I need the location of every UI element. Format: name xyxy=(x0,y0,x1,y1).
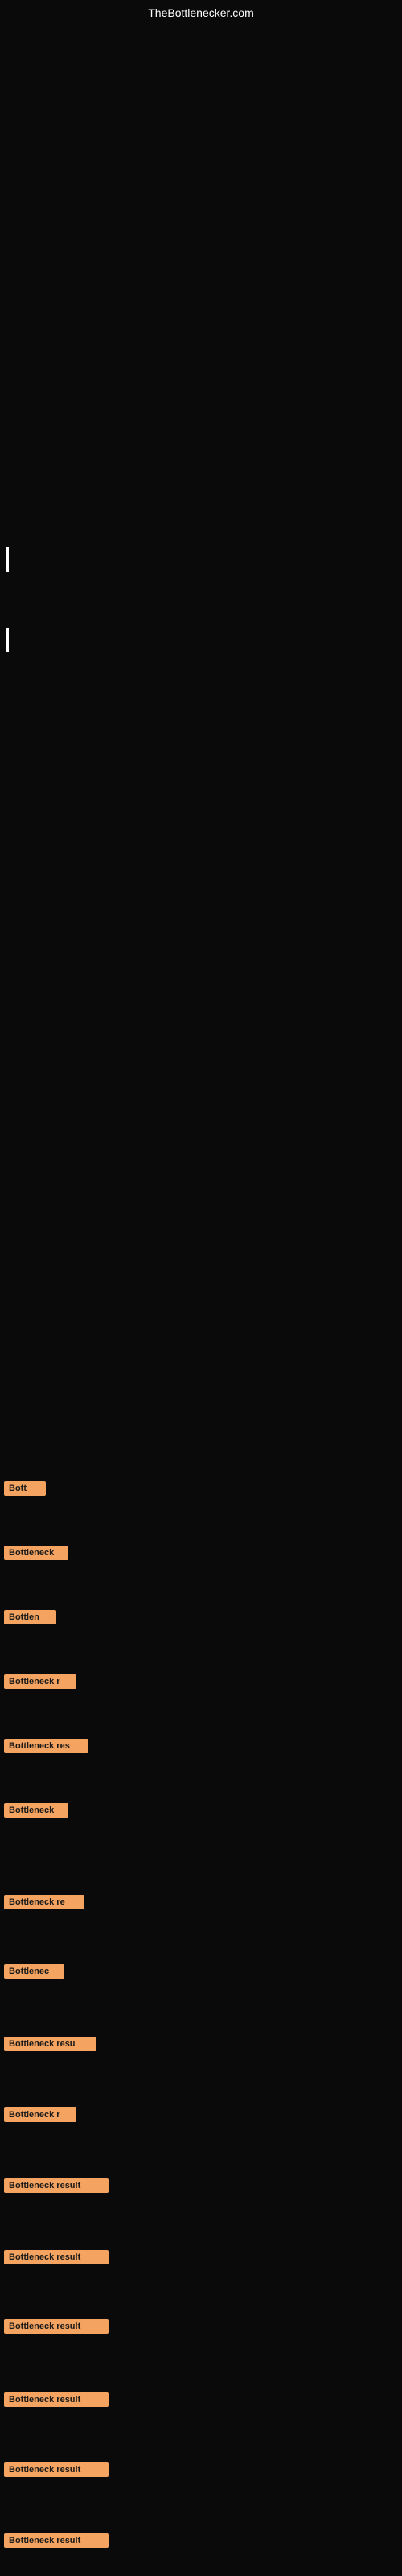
bottleneck-result-item[interactable]: Bottleneck result xyxy=(4,2250,109,2264)
site-title: TheBottlenecker.com xyxy=(148,6,254,19)
bottleneck-result-item[interactable]: Bottlenec xyxy=(4,1964,64,1979)
bottleneck-result-item[interactable]: Bottleneck r xyxy=(4,1674,76,1689)
cursor-line-1 xyxy=(6,547,9,572)
bottleneck-result-item[interactable]: Bottleneck xyxy=(4,1546,68,1560)
bottleneck-result-item[interactable]: Bottleneck result xyxy=(4,2533,109,2548)
bottleneck-result-item[interactable]: Bottleneck res xyxy=(4,1739,88,1753)
bottleneck-result-item[interactable]: Bottleneck xyxy=(4,1803,68,1818)
bottleneck-result-item[interactable]: Bottleneck result xyxy=(4,2392,109,2407)
bottleneck-result-item[interactable]: Bottleneck result xyxy=(4,2319,109,2334)
bottleneck-result-item[interactable]: Bottleneck result xyxy=(4,2178,109,2193)
bottleneck-result-item[interactable]: Bottleneck resu xyxy=(4,2037,96,2051)
bottleneck-result-item[interactable]: Bottleneck r xyxy=(4,2107,76,2122)
cursor-line-2 xyxy=(6,628,9,652)
bottleneck-result-item[interactable]: Bottlen xyxy=(4,1610,56,1624)
bottleneck-result-item[interactable]: Bottleneck result xyxy=(4,2462,109,2477)
bottleneck-result-item[interactable]: Bott xyxy=(4,1481,46,1496)
bottleneck-result-item[interactable]: Bottleneck re xyxy=(4,1895,84,1909)
